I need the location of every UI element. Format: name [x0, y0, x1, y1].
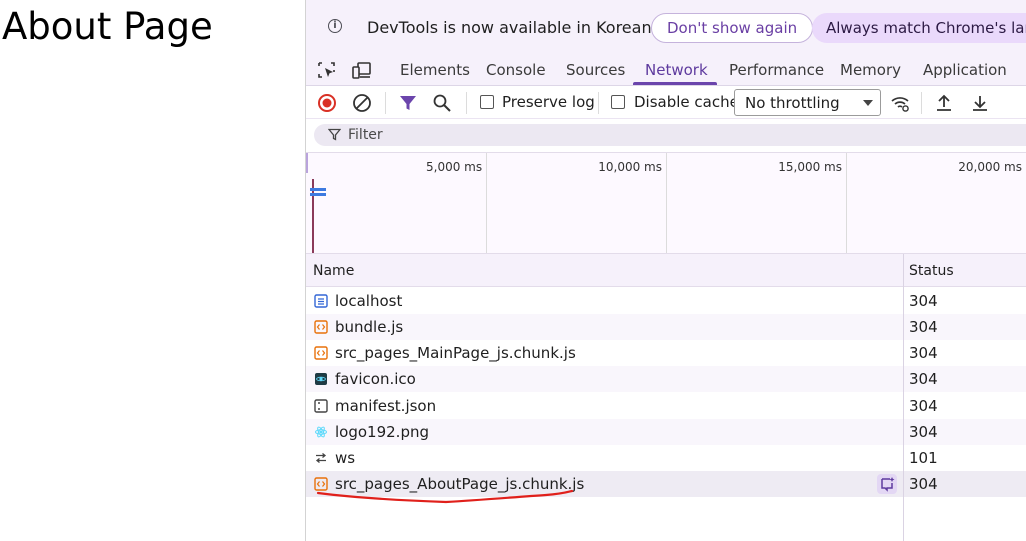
inspected-page: About Page	[0, 0, 305, 541]
devtools-panel: i DevTools is now available in Korean Do…	[305, 0, 1026, 541]
red-annotation-underline	[316, 489, 574, 504]
page-heading: About Page	[2, 5, 213, 48]
